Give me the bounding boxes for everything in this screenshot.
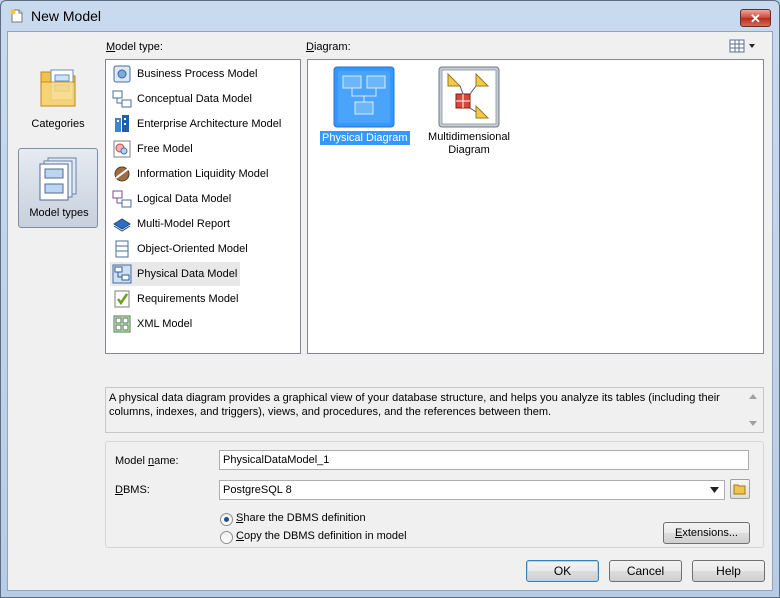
conceptual-data-icon [112, 90, 132, 108]
description-text: A physical data diagram provides a graph… [109, 392, 720, 418]
diagram-list[interactable]: Physical Diagram Multidimensional Diagra… [307, 59, 764, 354]
object-oriented-icon [115, 240, 129, 258]
diagram-item-physical[interactable]: Physical Diagram [318, 64, 410, 148]
list-item-physical-data-model[interactable]: Physical Data Model [110, 262, 240, 286]
multi-model-report-icon [113, 218, 131, 232]
multidimensional-diagram-icon [438, 66, 500, 128]
xml-model-icon [113, 315, 131, 333]
share-dbms-label[interactable]: Share the DBMS definition [236, 512, 366, 524]
requirements-icon [114, 290, 130, 308]
ok-button[interactable]: OK [526, 560, 599, 582]
new-document-icon [10, 9, 23, 23]
extensions-button[interactable]: Extensions... [663, 522, 750, 544]
description-box: A physical data diagram provides a graph… [105, 387, 764, 433]
title-bar: New Model ✕ [1, 1, 779, 31]
model-types-button[interactable]: Model types [18, 148, 98, 228]
dbms-select[interactable]: PostgreSQL 8 [219, 480, 725, 500]
business-process-icon [113, 65, 131, 83]
model-type-label: Model type: [106, 41, 163, 53]
categories-button[interactable]: Categories [18, 62, 98, 134]
folder-open-icon [733, 484, 746, 495]
physical-data-icon [112, 264, 132, 284]
physical-diagram-label: Physical Diagram [320, 131, 410, 145]
diagram-item-multidimensional[interactable]: Multidimensional Diagram [420, 64, 518, 160]
dbms-label: DBMS: [115, 484, 150, 496]
logical-data-icon [112, 190, 132, 208]
description-scrollbar[interactable] [748, 392, 758, 428]
model-types-icon [39, 157, 77, 201]
model-types-label: Model types [29, 207, 89, 219]
browse-dbms-button[interactable] [730, 479, 750, 499]
model-name-input[interactable]: PhysicalDataModel_1 [219, 450, 749, 470]
categories-label: Categories [31, 118, 85, 130]
window-title: New Model [31, 8, 102, 24]
multidimensional-diagram-label: Multidimensional [428, 131, 510, 143]
copy-dbms-radio[interactable] [220, 531, 233, 544]
view-options-icon[interactable] [729, 39, 759, 53]
physical-diagram-icon [333, 66, 395, 128]
share-dbms-radio[interactable] [220, 513, 233, 526]
enterprise-architecture-icon [115, 115, 129, 132]
help-button[interactable]: Help [692, 560, 765, 582]
information-liquidity-icon [114, 166, 130, 182]
model-type-list[interactable]: Business Process Model Conceptual Data M… [105, 59, 301, 354]
dialog-body: Categories Model types Model type: Busin… [7, 31, 773, 591]
model-name-label: Model name: [115, 455, 179, 467]
close-button[interactable]: ✕ [740, 9, 771, 27]
folder-icon [40, 69, 76, 107]
multidimensional-diagram-label-line2: Diagram [448, 144, 490, 156]
cancel-button[interactable]: Cancel [609, 560, 682, 582]
dbms-value: PostgreSQL 8 [223, 484, 292, 496]
free-model-icon [113, 140, 131, 158]
new-model-window: New Model ✕ Categories Model types Model… [0, 0, 780, 598]
diagram-label: Diagram: [306, 41, 351, 53]
copy-dbms-label[interactable]: Copy the DBMS definition in model [236, 530, 407, 542]
chevron-down-icon[interactable] [710, 487, 719, 493]
